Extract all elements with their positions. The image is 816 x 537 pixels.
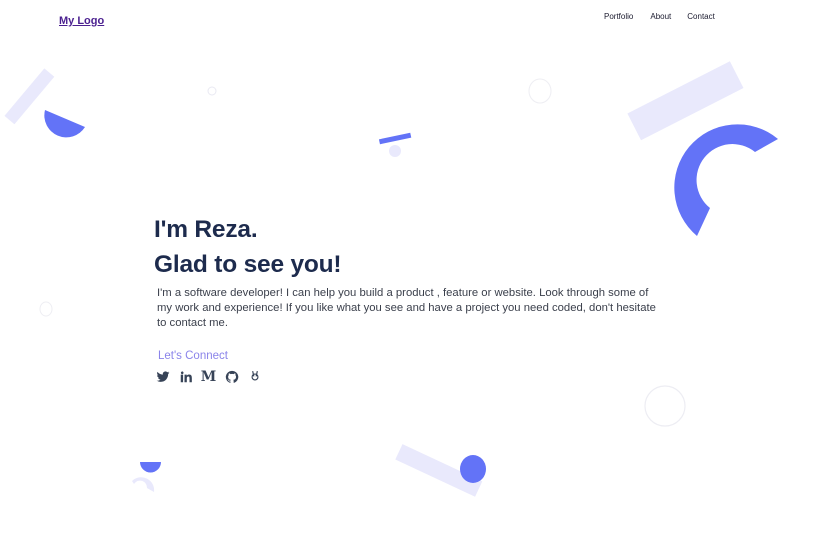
linkedin-icon[interactable] <box>178 369 193 384</box>
hackerrank-icon[interactable] <box>247 369 262 384</box>
medium-icon[interactable]: M <box>201 369 217 384</box>
deco-ring-small <box>207 86 217 96</box>
deco-dot-bottom <box>460 455 486 483</box>
github-icon[interactable] <box>224 369 239 384</box>
deco-ring-left <box>39 301 53 317</box>
deco-ring-top-middle <box>528 78 552 104</box>
hero-heading: I'm Reza. Glad to see you! <box>154 212 674 282</box>
hero-title-line-1: I'm Reza. <box>154 216 258 243</box>
deco-dot-small <box>389 145 401 157</box>
hero-description: I'm a software developer! I can help you… <box>157 287 656 329</box>
nav-link-about[interactable]: About <box>650 12 671 21</box>
nav-link-contact[interactable]: Contact <box>687 12 715 21</box>
deco-bar-bottom <box>395 444 483 497</box>
deco-bar-top-right <box>627 61 744 141</box>
deco-ring-right <box>644 385 686 427</box>
nav-link-portfolio[interactable]: Portfolio <box>604 12 633 21</box>
deco-bar-top-left <box>4 68 55 125</box>
deco-semicircle-top-left <box>44 110 85 138</box>
deco-bar-small <box>378 132 412 145</box>
twitter-icon[interactable] <box>155 369 170 384</box>
hero-title-line-2: Glad to see you! <box>154 251 342 278</box>
deco-arc-top-right <box>674 124 778 236</box>
social-links: M <box>155 369 262 384</box>
deco-arc-bottom-left <box>132 477 155 492</box>
lets-connect-link[interactable]: Let's Connect <box>158 350 228 362</box>
logo-link[interactable]: My Logo <box>59 15 104 27</box>
deco-semicircle-bottom-left <box>140 462 161 473</box>
main-nav: Portfolio About Contact <box>604 12 715 21</box>
